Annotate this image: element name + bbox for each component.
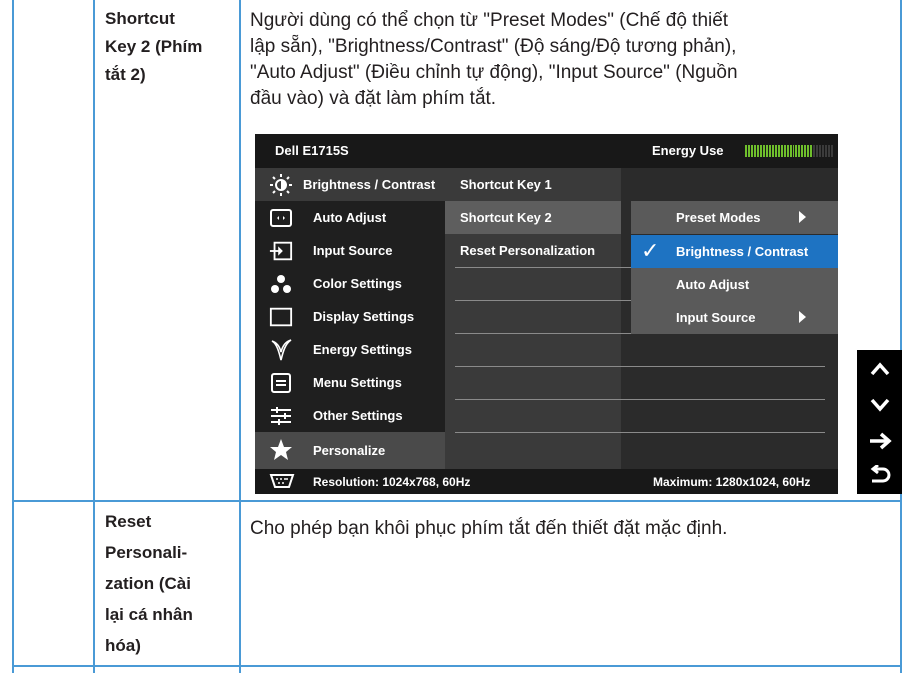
osd-menu: Dell E1715S Energy Use Brightness / Cont…: [255, 134, 838, 494]
energy-meter-segment: [801, 145, 804, 157]
current-resolution: Resolution: 1024x768, 60Hz: [313, 475, 471, 489]
description-reset-personalization: Cho phép bạn khôi phục phím tắt đến thiế…: [250, 518, 728, 539]
color-settings-icon: [269, 272, 293, 296]
table-border-left: [12, 0, 14, 673]
osd-status-bar: Resolution: 1024x768, 60Hz Maximum: 1280…: [255, 469, 838, 494]
description-shortcut-key-2: Người dùng có thể chọn từ "Preset Modes"…: [250, 10, 738, 109]
column-divider-2: [239, 0, 241, 673]
energy-meter-segment: [828, 145, 831, 157]
brightness-icon: [269, 173, 293, 197]
vga-connector-icon: [269, 472, 295, 493]
other-settings-icon: [269, 404, 293, 428]
menu-separator: [455, 300, 631, 301]
row-divider: [12, 500, 902, 502]
menu-item-input-source[interactable]: Input Source: [255, 234, 445, 267]
osd-main-menu: Brightness / Contrast Auto Adjust Input …: [255, 168, 445, 469]
column-divider-1: [93, 0, 95, 673]
energy-meter-segment: [745, 145, 747, 157]
energy-meter-segment: [771, 145, 774, 157]
energy-meter-segment: [816, 145, 819, 157]
input-source-icon: [269, 239, 293, 263]
osd-title-bar: Dell E1715S Energy Use: [255, 134, 838, 168]
energy-use-meter: [745, 145, 834, 157]
table-border-bottom: [12, 665, 902, 667]
back-icon[interactable]: [857, 458, 902, 492]
energy-meter-segment: [813, 145, 816, 157]
energy-meter-segment: [756, 145, 759, 157]
energy-meter-segment: [765, 145, 768, 157]
menu-item-auto-adjust[interactable]: Auto Adjust: [255, 201, 445, 234]
energy-meter-segment: [789, 145, 792, 157]
menu-item-personalize[interactable]: Personalize: [255, 432, 445, 469]
menu-separator: [455, 267, 631, 268]
energy-meter-segment: [780, 145, 783, 157]
energy-settings-icon: [269, 338, 293, 362]
option-brightness-contrast[interactable]: ✓ Brightness / Contrast: [631, 235, 838, 268]
energy-meter-segment: [753, 145, 756, 157]
submenu-shortcut-key-2[interactable]: Shortcut Key 2: [445, 201, 621, 234]
display-settings-icon: [269, 305, 293, 329]
option-auto-adjust[interactable]: Auto Adjust: [631, 268, 838, 301]
term-reset-personalization: Reset Personali- zation (Cài lại cá nhân…: [105, 512, 193, 655]
energy-meter-segment: [825, 145, 828, 157]
energy-meter-segment: [762, 145, 765, 157]
energy-meter-segment: [795, 145, 798, 157]
star-icon: [269, 438, 293, 462]
energy-meter-segment: [783, 145, 786, 157]
menu-item-energy-settings[interactable]: Energy Settings: [255, 333, 445, 366]
arrow-right-icon: [799, 311, 806, 323]
auto-adjust-icon: [269, 206, 293, 230]
term-shortcut-key-2: Shortcut Key 2 (Phím tắt 2): [105, 9, 203, 84]
menu-item-brightness-contrast[interactable]: Brightness / Contrast: [255, 168, 445, 201]
energy-meter-segment: [831, 145, 834, 157]
option-input-source[interactable]: Input Source: [631, 301, 838, 334]
menu-item-menu-settings[interactable]: Menu Settings: [255, 366, 445, 399]
energy-meter-segment: [804, 145, 807, 157]
energy-meter-segment: [807, 145, 810, 157]
energy-meter-segment: [822, 145, 825, 157]
monitor-button-strip: [857, 350, 902, 494]
energy-meter-segment: [777, 145, 780, 157]
energy-meter-segment: [792, 145, 795, 157]
energy-meter-segment: [759, 145, 762, 157]
energy-meter-segment: [768, 145, 771, 157]
submenu-shortcut-key-1[interactable]: Shortcut Key 1: [445, 168, 621, 201]
menu-item-other-settings[interactable]: Other Settings: [255, 399, 445, 432]
energy-meter-segment: [747, 145, 750, 157]
menu-separator: [455, 399, 825, 400]
energy-use-label: Energy Use: [652, 143, 724, 158]
down-arrow-icon[interactable]: [857, 388, 902, 422]
arrow-right-icon: [799, 211, 806, 223]
checkmark-icon: ✓: [641, 238, 660, 263]
monitor-model: Dell E1715S: [275, 143, 349, 158]
submenu-reset-personalization[interactable]: Reset Personalization: [445, 234, 621, 267]
menu-settings-icon: [269, 371, 293, 395]
menu-separator: [455, 366, 825, 367]
energy-meter-segment: [750, 145, 753, 157]
menu-item-display-settings[interactable]: Display Settings: [255, 300, 445, 333]
energy-meter-segment: [774, 145, 777, 157]
energy-meter-segment: [819, 145, 822, 157]
energy-meter-segment: [810, 145, 813, 157]
energy-meter-segment: [798, 145, 801, 157]
menu-item-color-settings[interactable]: Color Settings: [255, 267, 445, 300]
osd-submenu: Shortcut Key 1 Shortcut Key 2 Reset Pers…: [445, 168, 621, 469]
osd-shortcut-options: Preset Modes ✓ Brightness / Contrast Aut…: [631, 201, 838, 335]
maximum-resolution: Maximum: 1280x1024, 60Hz: [653, 475, 811, 489]
up-arrow-icon[interactable]: [857, 352, 902, 386]
right-arrow-icon[interactable]: [857, 424, 902, 458]
energy-meter-segment: [786, 145, 789, 157]
option-preset-modes[interactable]: Preset Modes: [631, 201, 838, 234]
menu-separator: [455, 432, 825, 433]
